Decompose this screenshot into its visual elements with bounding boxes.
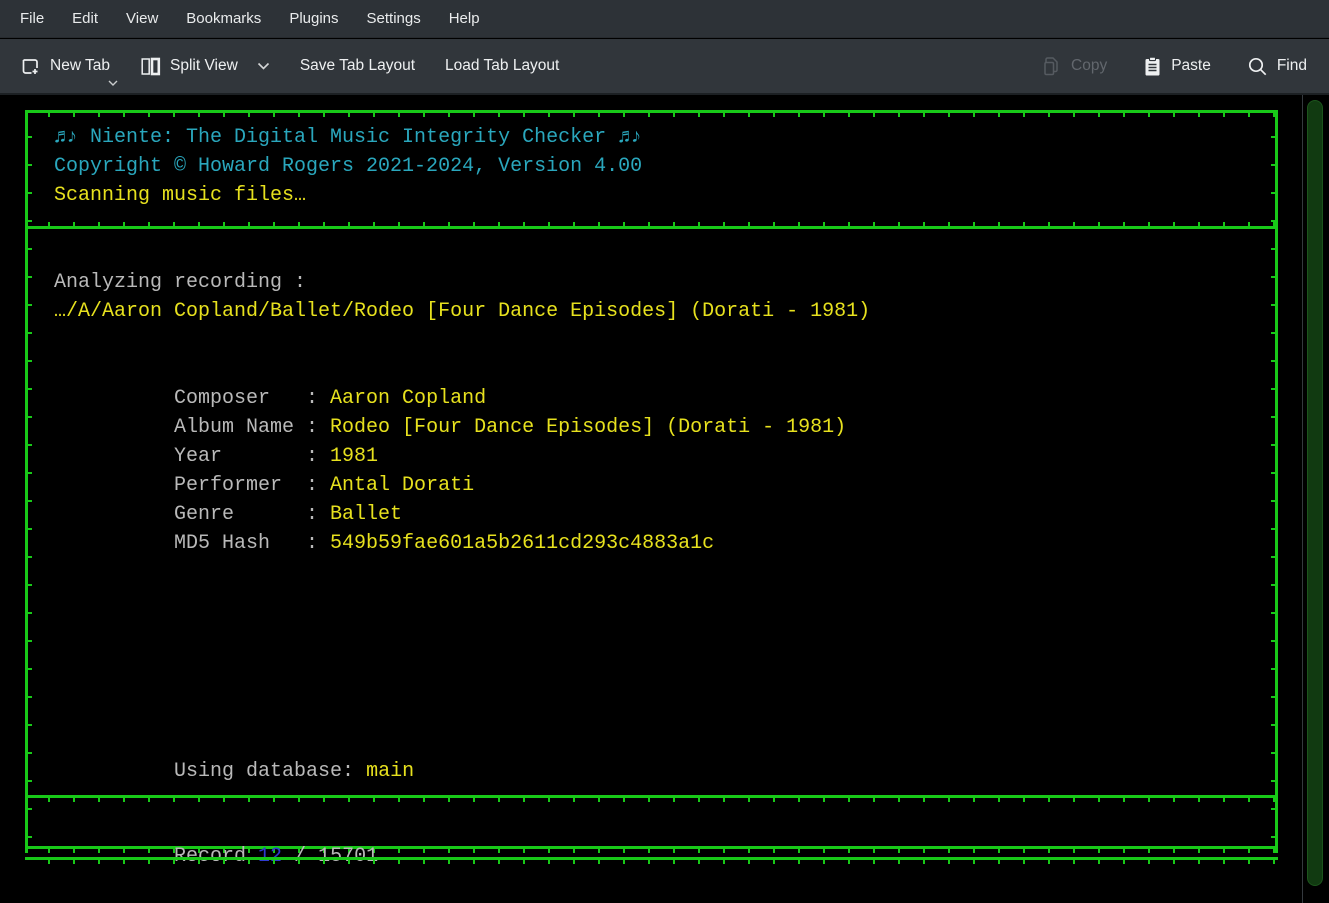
save-tab-layout-label: Save Tab Layout xyxy=(300,57,415,75)
database-value: main xyxy=(366,760,414,783)
copyright-line: Copyright © Howard Rogers 2021-2024, Ver… xyxy=(54,152,1266,181)
menu-bookmarks[interactable]: Bookmarks xyxy=(172,1,275,36)
field-value: 549b59fae601a5b2611cd293c4883a1c xyxy=(330,532,714,555)
outer-bottom-border xyxy=(25,857,1278,864)
scan-status: Scanning music files… xyxy=(54,181,1266,210)
field-value: Antal Dorati xyxy=(330,474,474,497)
field-label: Composer xyxy=(174,384,306,413)
field-value: 1981 xyxy=(330,445,378,468)
menu-bar: File Edit View Bookmarks Plugins Setting… xyxy=(0,0,1329,38)
menu-view[interactable]: View xyxy=(112,1,172,36)
status-separator xyxy=(25,795,1278,802)
field-value: Ballet xyxy=(330,503,402,526)
paste-button[interactable]: Paste xyxy=(1143,56,1211,77)
field-colon: : xyxy=(306,500,330,529)
field-value: Aaron Copland xyxy=(330,387,486,410)
field-label: Album Name xyxy=(174,413,306,442)
field-label: Genre xyxy=(174,500,306,529)
toolbar: New Tab Split View Save Ta xyxy=(0,39,1329,95)
scrollbar-separator xyxy=(1302,95,1303,903)
new-tab-button[interactable]: New Tab xyxy=(20,56,110,77)
split-view-label: Split View xyxy=(170,57,238,75)
find-label: Find xyxy=(1277,57,1307,75)
load-tab-layout-label: Load Tab Layout xyxy=(445,57,559,75)
record-counter: Record12/15701 xyxy=(54,813,1266,842)
field-colon: : xyxy=(306,471,330,500)
app-window: File Edit View Bookmarks Plugins Setting… xyxy=(0,0,1329,903)
menu-edit[interactable]: Edit xyxy=(58,1,112,36)
database-line: Using database:main xyxy=(54,728,1266,757)
analyzing-label: Analyzing recording : xyxy=(54,268,1266,297)
menu-settings[interactable]: Settings xyxy=(353,1,435,36)
menu-file[interactable]: File xyxy=(6,1,58,36)
load-tab-layout-button[interactable]: Load Tab Layout xyxy=(445,57,559,75)
record-status-box: Record12/15701 xyxy=(54,813,1266,842)
new-tab-icon xyxy=(20,56,41,77)
scrollbar-thumb[interactable] xyxy=(1307,100,1323,886)
menu-plugins[interactable]: Plugins xyxy=(275,1,352,36)
field-value: Rodeo [Four Dance Episodes] (Dorati - 19… xyxy=(330,416,846,439)
field-label: Year xyxy=(174,442,306,471)
split-view-chevron-down-icon[interactable] xyxy=(257,62,270,70)
new-tab-chevron-down-icon[interactable] xyxy=(108,80,118,86)
header-separator xyxy=(25,222,1278,229)
frame-top-border xyxy=(25,110,1278,117)
field-colon: : xyxy=(306,413,330,442)
terminal-viewport[interactable]: ♬♪ Niente: The Digital Music Integrity C… xyxy=(0,95,1329,903)
niente-tui-frame: ♬♪ Niente: The Digital Music Integrity C… xyxy=(25,110,1278,853)
find-button[interactable]: Find xyxy=(1247,56,1307,77)
copy-icon xyxy=(1042,56,1062,77)
analysis-box: Analyzing recording : …/A/Aaron Copland/… xyxy=(54,268,1266,757)
database-label: Using database: xyxy=(174,760,354,783)
field-colon: : xyxy=(306,442,330,471)
copy-button: Copy xyxy=(1042,56,1107,77)
menu-help[interactable]: Help xyxy=(435,1,494,36)
field-label: MD5 Hash xyxy=(174,529,306,558)
paste-icon xyxy=(1143,56,1162,77)
search-icon xyxy=(1247,56,1268,77)
new-tab-label: New Tab xyxy=(50,57,110,75)
copy-label: Copy xyxy=(1071,57,1107,75)
field-colon: : xyxy=(306,384,330,413)
paste-label: Paste xyxy=(1171,57,1211,75)
field-label: Performer xyxy=(174,471,306,500)
app-title: ♬♪ Niente: The Digital Music Integrity C… xyxy=(54,123,1266,152)
recording-path: …/A/Aaron Copland/Ballet/Rodeo [Four Dan… xyxy=(54,297,1266,326)
scrollbar-track[interactable] xyxy=(1304,95,1329,903)
header-box: ♬♪ Niente: The Digital Music Integrity C… xyxy=(54,123,1266,210)
split-view-icon xyxy=(140,56,161,77)
save-tab-layout-button[interactable]: Save Tab Layout xyxy=(300,57,415,75)
field-composer: Composer:Aaron Copland xyxy=(54,355,1266,384)
split-view-button[interactable]: Split View xyxy=(140,56,270,77)
field-colon: : xyxy=(306,529,330,558)
